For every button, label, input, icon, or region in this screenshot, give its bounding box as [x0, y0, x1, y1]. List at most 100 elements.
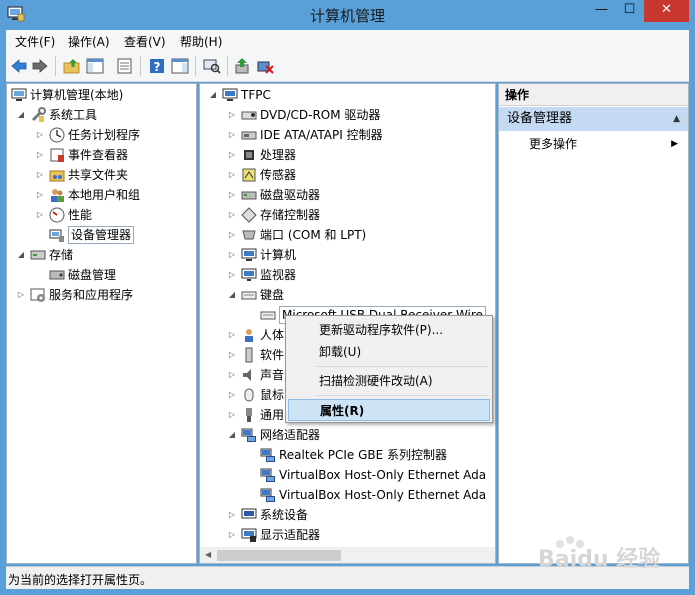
context-separator: [316, 366, 488, 367]
collapsed-arrow-icon[interactable]: ▷: [227, 145, 237, 165]
menu-file[interactable]: 文件(F): [15, 33, 55, 50]
svg-text:Baidu 经验: Baidu 经验: [538, 546, 660, 572]
mouse-icon: [241, 387, 257, 403]
device-tree-item-label: 磁盘驱动器: [260, 188, 321, 202]
collapse-up-icon[interactable]: ▲: [673, 107, 680, 131]
sensor-icon: [241, 167, 257, 183]
submenu-arrow-icon: ▶: [671, 139, 678, 149]
scan-hardware-icon[interactable]: [202, 56, 222, 76]
show-hide-action-pane-icon[interactable]: [170, 56, 190, 76]
device-tree-item-label: 处理器: [260, 148, 297, 162]
menu-action[interactable]: 操作(A): [68, 33, 110, 50]
device-tree-item-label: 传感器: [260, 168, 297, 182]
computer-icon: [222, 87, 238, 103]
system-device-icon: [241, 507, 257, 523]
device-tree-item-label: 软件: [260, 348, 285, 362]
collapsed-arrow-icon[interactable]: ▷: [227, 325, 237, 345]
device-tree-item-label: 鼠标: [260, 388, 285, 402]
context-update-driver[interactable]: 更新驱动程序软件(P)...: [288, 319, 490, 341]
collapsed-arrow-icon[interactable]: ▷: [227, 125, 237, 145]
console-tree-pane[interactable]: 计算机管理(本地) ◢ 系统工具 ▷ 任务计划程序 ▷ 事件查看器 ▷ 共享文件夹 ▷ 本地用户和组…: [6, 83, 197, 564]
action-pane-section-device-manager[interactable]: 设备管理器 ▲: [499, 107, 688, 131]
uninstall-device-icon[interactable]: [255, 56, 275, 76]
show-hide-tree-icon[interactable]: [85, 56, 105, 76]
context-properties[interactable]: 属性(R): [288, 399, 490, 421]
close-button[interactable]: ✕: [644, 0, 689, 22]
update-driver-icon[interactable]: [233, 56, 253, 76]
device-tree-item-label: 存储控制器: [260, 208, 321, 222]
scroll-left-arrow-icon[interactable]: ◀: [205, 550, 211, 559]
collapsed-arrow-icon[interactable]: ▷: [35, 165, 45, 185]
maximize-button[interactable]: ☐: [616, 0, 643, 22]
device-tree-item-label: 端口 (COM 和 LPT): [260, 228, 367, 242]
context-menu: 更新驱动程序软件(P)... 卸载(U) 扫描检测硬件改动(A) 属性(R): [285, 315, 493, 423]
minimize-button[interactable]: —: [588, 0, 615, 22]
collapsed-arrow-icon[interactable]: ▷: [227, 105, 237, 125]
software-device-icon: [241, 347, 257, 363]
collapsed-arrow-icon[interactable]: ▷: [35, 205, 45, 225]
device-tree-item-label: DVD/CD-ROM 驱动器: [260, 108, 381, 122]
collapsed-arrow-icon[interactable]: ▷: [227, 405, 237, 425]
more-actions-item[interactable]: 更多操作: [529, 134, 577, 154]
toolbar-separator: [195, 56, 196, 76]
collapsed-arrow-icon[interactable]: ▷: [227, 185, 237, 205]
keyboard-icon: [241, 287, 257, 303]
menu-view[interactable]: 查看(V): [124, 33, 166, 50]
context-uninstall[interactable]: 卸载(U): [288, 341, 490, 363]
port-icon: [241, 227, 257, 243]
storage-icon: [30, 247, 46, 263]
services-icon: [30, 287, 46, 303]
console-tree-item-label: 性能: [68, 208, 93, 222]
collapsed-arrow-icon[interactable]: ▷: [227, 265, 237, 285]
expanded-arrow-icon[interactable]: ◢: [208, 85, 218, 105]
status-text: 为当前的选择打开属性页。: [8, 573, 153, 587]
collapsed-arrow-icon[interactable]: ▷: [227, 225, 237, 245]
ide-controller-icon: [241, 127, 257, 143]
expanded-arrow-icon[interactable]: ◢: [16, 245, 26, 265]
toolbar: ?: [6, 51, 689, 82]
collapsed-arrow-icon[interactable]: ▷: [227, 165, 237, 185]
up-folder-icon[interactable]: [62, 56, 82, 76]
forward-icon[interactable]: [30, 56, 50, 76]
device-tree-item-label: 系统设备: [260, 508, 309, 522]
collapsed-arrow-icon[interactable]: ▷: [227, 505, 237, 525]
collapsed-arrow-icon[interactable]: ▷: [35, 125, 45, 145]
menu-help[interactable]: 帮助(H): [180, 33, 222, 50]
collapsed-arrow-icon[interactable]: ▷: [35, 185, 45, 205]
network-adapter-icon: [260, 467, 276, 483]
baidu-watermark-logo: Baidu 经验: [530, 528, 690, 578]
device-manager-icon: [49, 227, 65, 243]
collapsed-arrow-icon[interactable]: ▷: [227, 205, 237, 225]
collapsed-arrow-icon[interactable]: ▷: [227, 365, 237, 385]
horizontal-scroll-thumb[interactable]: [217, 550, 341, 561]
expanded-arrow-icon[interactable]: ◢: [227, 285, 237, 305]
collapsed-arrow-icon[interactable]: ▷: [227, 245, 237, 265]
horizontal-scrollbar[interactable]: ◀ ▶: [200, 547, 495, 563]
help-icon[interactable]: ?: [147, 56, 167, 76]
collapsed-arrow-icon[interactable]: ▷: [16, 285, 26, 305]
hid-icon: [241, 327, 257, 343]
device-tree-item-label: VirtualBox Host-Only Ethernet Ada: [279, 468, 487, 482]
back-icon[interactable]: [9, 56, 29, 76]
collapsed-arrow-icon[interactable]: ▷: [35, 145, 45, 165]
console-tree-item-label: 计算机管理(本地): [30, 88, 124, 102]
collapsed-arrow-icon[interactable]: ▷: [227, 525, 237, 545]
toolbar-separator: [227, 56, 228, 76]
sound-icon: [241, 367, 257, 383]
title-bar[interactable]: 计算机管理 — ☐ ✕: [0, 0, 695, 30]
console-tree-item-label: 磁盘管理: [68, 268, 117, 282]
expanded-arrow-icon[interactable]: ◢: [227, 425, 237, 445]
device-tree-item-label: 通用: [260, 408, 285, 422]
computer-management-icon: [11, 87, 27, 103]
collapsed-arrow-icon[interactable]: ▷: [227, 345, 237, 365]
console-tree-item-label: 系统工具: [49, 108, 98, 122]
device-tree-item-label: Realtek PCIe GBE 系列控制器: [279, 448, 448, 462]
context-scan-hardware[interactable]: 扫描检测硬件改动(A): [288, 370, 490, 392]
dvd-drive-icon: [241, 107, 257, 123]
action-pane-header: 操作: [499, 84, 688, 106]
toolbar-separator: [140, 56, 141, 76]
collapsed-arrow-icon[interactable]: ▷: [227, 385, 237, 405]
expanded-arrow-icon[interactable]: ◢: [16, 105, 26, 125]
keyboard-icon: [260, 307, 276, 323]
properties-icon[interactable]: [115, 56, 135, 76]
